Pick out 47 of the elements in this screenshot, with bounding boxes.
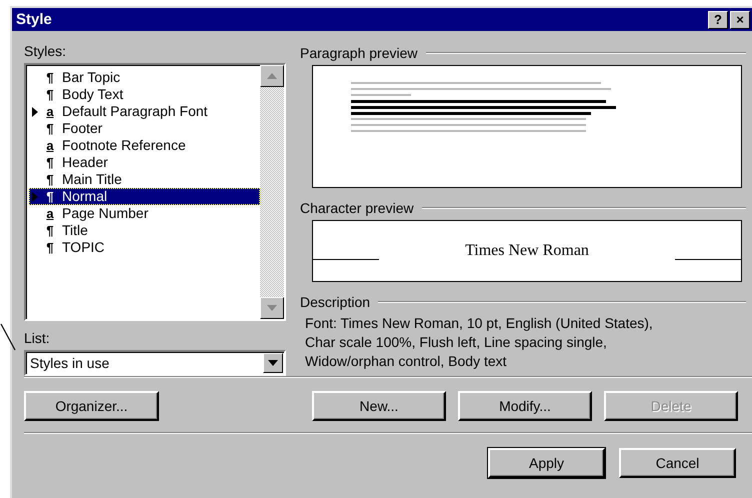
style-type-glyph: ¶: [45, 171, 55, 188]
styles-list[interactable]: ¶ Bar Topic ¶ Body Text a Default Paragraph Font ¶ Footer a Footnote Reference ¶ Header ¶ Main Title ¶ Normal a Page Number ¶ Title ¶ TOPIC: [24, 63, 286, 321]
style-item[interactable]: a Default Paragraph Font: [29, 103, 260, 120]
style-action-button[interactable]: New...: [312, 391, 446, 421]
close-button[interactable]: ×: [730, 10, 750, 28]
style-item[interactable]: ¶ Title: [29, 222, 260, 239]
style-type-glyph: ¶: [45, 86, 55, 103]
styles-label: Styles:: [24, 43, 66, 61]
style-type-glyph: a: [45, 137, 55, 154]
down-arrow-icon: [267, 305, 277, 311]
style-type-glyph: ¶: [45, 239, 55, 256]
dropdown-button[interactable]: [263, 353, 283, 373]
style-item[interactable]: ¶ TOPIC: [29, 239, 260, 256]
style-item[interactable]: a Footnote Reference: [29, 137, 260, 154]
style-type-glyph: a: [45, 103, 55, 120]
style-item[interactable]: ¶ Main Title: [29, 171, 260, 188]
style-item[interactable]: ¶ Normal: [29, 188, 260, 205]
dialog-button[interactable]: Apply: [488, 448, 605, 478]
style-type-glyph: ¶: [45, 69, 55, 86]
organizer-button[interactable]: Organizer...: [24, 391, 159, 421]
style-type-glyph: ¶: [45, 222, 55, 239]
help-button[interactable]: ?: [708, 10, 728, 28]
style-item[interactable]: ¶ Body Text: [29, 86, 260, 103]
style-item[interactable]: ¶ Header: [29, 154, 260, 171]
style-item[interactable]: ¶ Bar Topic: [29, 69, 260, 86]
list-dropdown[interactable]: Styles in use: [24, 350, 286, 376]
dialog-button[interactable]: Cancel: [619, 448, 736, 478]
group-label: Character preview: [300, 200, 414, 216]
caret-icon: [268, 360, 278, 366]
style-type-glyph: ¶: [45, 154, 55, 171]
style-type-glyph: ¶: [45, 120, 55, 137]
scroll-up-button[interactable]: [260, 65, 284, 87]
group-label: Description: [300, 294, 370, 310]
style-action-button[interactable]: Modify...: [458, 391, 592, 421]
group-label: Paragraph preview: [300, 45, 418, 61]
description-text: Font: Times New Roman, 10 pt, English (United States), Char scale 100%, Flush left, Line spacing single, Widow/orphan control, Body text: [305, 314, 654, 371]
scrollbar[interactable]: [260, 65, 284, 319]
style-item[interactable]: ¶ Footer: [29, 120, 260, 137]
leader-line: [0, 322, 16, 352]
style-type-glyph: a: [45, 205, 55, 222]
scroll-down-button[interactable]: [260, 297, 284, 319]
window-title: Style: [16, 11, 52, 28]
style-type-glyph: ¶: [45, 188, 55, 205]
style-item[interactable]: a Page Number: [29, 205, 260, 222]
list-label: List:: [24, 330, 50, 348]
font-sample: Times New Roman: [464, 242, 590, 260]
up-arrow-icon: [267, 73, 277, 79]
